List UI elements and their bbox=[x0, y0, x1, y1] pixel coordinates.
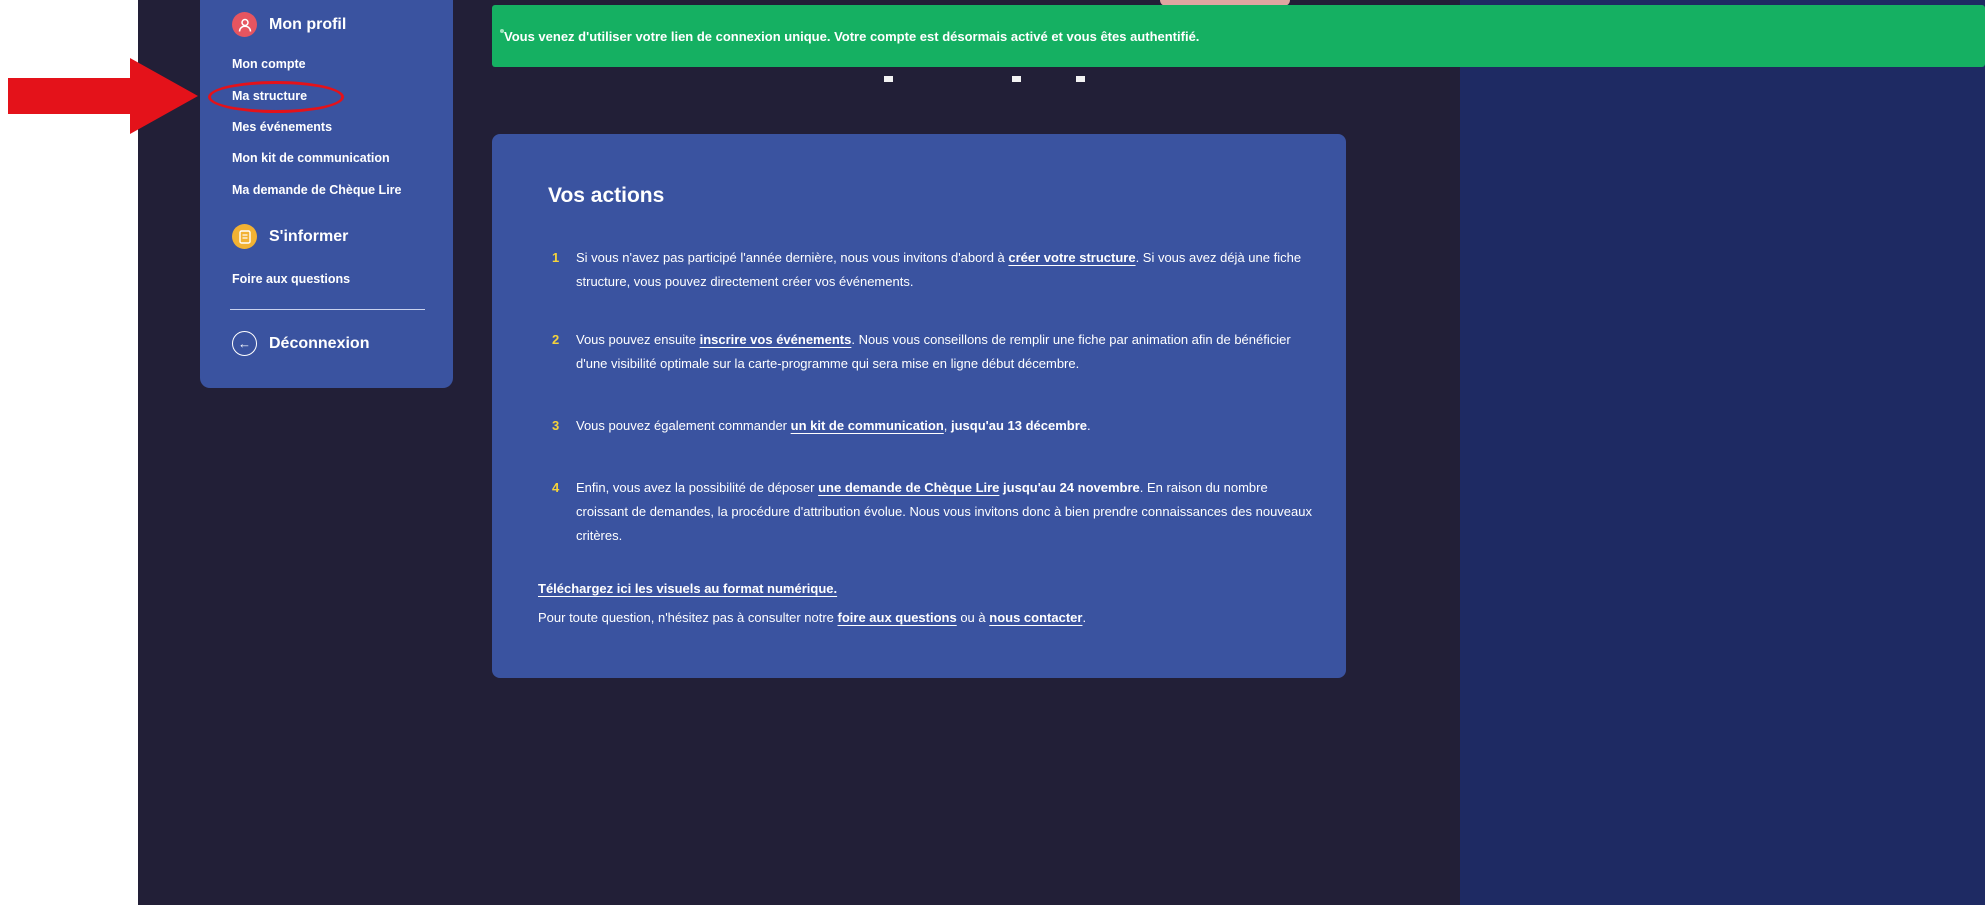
communication-kit-link[interactable]: un kit de communication bbox=[791, 418, 944, 433]
toast-message: Vous venez d'utiliser votre lien de conn… bbox=[504, 28, 1200, 44]
contact-text-part: ou à bbox=[956, 610, 990, 625]
download-visuals-link[interactable]: Téléchargez ici les visuels au format nu… bbox=[538, 581, 837, 596]
sidebar-item-mon-compte[interactable]: Mon compte bbox=[232, 57, 306, 71]
action-step-4: 4 Enfin, vous avez la possibilité de dép… bbox=[552, 476, 1312, 548]
logout-icon: ← bbox=[232, 331, 257, 356]
contact-text-part: . bbox=[1082, 610, 1087, 625]
create-structure-link[interactable]: créer votre structure bbox=[1008, 250, 1135, 265]
cheque-lire-request-link[interactable]: une demande de Chèque Lire bbox=[818, 480, 999, 495]
step-text: Vous pouvez ensuite inscrire vos événeme… bbox=[576, 328, 1312, 376]
red-circle-annotation bbox=[208, 81, 344, 113]
faq-link[interactable]: foire aux questions bbox=[838, 610, 957, 625]
section-profile-title: Mon profil bbox=[269, 15, 347, 33]
deadline-text: jusqu'au 24 novembre bbox=[999, 480, 1140, 495]
success-toast: Vous venez d'utiliser votre lien de conn… bbox=[492, 5, 1985, 67]
step-text-part: , bbox=[943, 418, 951, 433]
deadline-text: jusqu'au 13 décembre bbox=[951, 418, 1088, 433]
step-number: 3 bbox=[552, 418, 560, 433]
logout-button[interactable]: ← Déconnexion bbox=[232, 331, 369, 356]
step-text-part: . bbox=[1087, 418, 1091, 433]
contact-us-link[interactable]: nous contacter bbox=[989, 610, 1082, 625]
contact-text: Pour toute question, n'hésitez pas à con… bbox=[538, 610, 1086, 625]
step-number: 4 bbox=[552, 480, 560, 495]
card-title: Vos actions bbox=[548, 184, 665, 207]
step-number: 2 bbox=[552, 332, 560, 347]
contact-text-part: Pour toute question, n'hésitez pas à con… bbox=[538, 610, 838, 625]
right-panel bbox=[1460, 0, 1985, 905]
actions-card: Vos actions 1 Si vous n'avez pas partici… bbox=[492, 134, 1346, 678]
sidebar-item-mes-evenements[interactable]: Mes événements bbox=[232, 120, 332, 134]
action-step-1: 1 Si vous n'avez pas participé l'année d… bbox=[552, 246, 1312, 294]
sidebar-item-faq[interactable]: Foire aux questions bbox=[232, 272, 350, 286]
step-text: Enfin, vous avez la possibilité de dépos… bbox=[576, 476, 1312, 548]
register-events-link[interactable]: inscrire vos événements bbox=[700, 332, 852, 347]
section-info-title: S'informer bbox=[269, 227, 349, 245]
red-arrow-annotation bbox=[8, 58, 198, 134]
user-icon bbox=[232, 12, 257, 37]
section-info-header: S'informer bbox=[232, 224, 348, 249]
step-number: 1 bbox=[552, 250, 560, 265]
action-step-3: 3 Vous pouvez également commander un kit… bbox=[552, 414, 1312, 438]
step-text-part: Si vous n'avez pas participé l'année der… bbox=[576, 250, 1009, 265]
sidebar: Mon profil Mon compte Ma structure Mes é… bbox=[200, 0, 453, 388]
sidebar-item-kit-communication[interactable]: Mon kit de communication bbox=[232, 151, 390, 165]
step-text: Vous pouvez également commander un kit d… bbox=[576, 414, 1312, 438]
action-step-2: 2 Vous pouvez ensuite inscrire vos événe… bbox=[552, 328, 1312, 376]
sidebar-item-cheque-lire[interactable]: Ma demande de Chèque Lire bbox=[232, 183, 401, 197]
step-text-part: Vous pouvez également commander bbox=[576, 418, 791, 433]
section-profile-header: Mon profil bbox=[232, 12, 346, 37]
step-text: Si vous n'avez pas participé l'année der… bbox=[576, 246, 1312, 294]
toast-mark bbox=[500, 29, 504, 33]
step-text-part: Enfin, vous avez la possibilité de dépos… bbox=[576, 480, 819, 495]
document-icon bbox=[232, 224, 257, 249]
logout-label: Déconnexion bbox=[269, 334, 370, 352]
step-text-part: Vous pouvez ensuite bbox=[576, 332, 700, 347]
sidebar-divider bbox=[230, 309, 425, 310]
